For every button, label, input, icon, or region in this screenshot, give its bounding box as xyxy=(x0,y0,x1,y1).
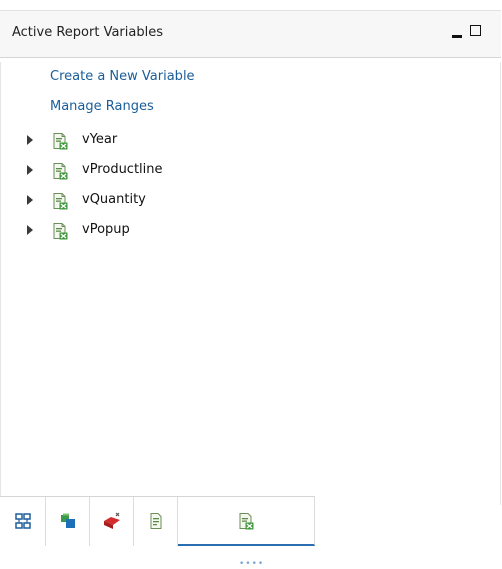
expand-arrow-icon[interactable] xyxy=(27,165,33,175)
variable-icon xyxy=(53,133,68,150)
report-variables-icon xyxy=(239,513,254,530)
variable-icon xyxy=(53,163,68,180)
expand-arrow-icon[interactable] xyxy=(27,135,33,145)
variables-list-area: Create a New Variable Manage Ranges vYea… xyxy=(0,62,501,505)
tab-data-cubes[interactable] xyxy=(46,497,90,546)
variable-label: vProductline xyxy=(82,162,163,177)
tab-report-page[interactable] xyxy=(134,497,178,546)
tab-report-variables[interactable] xyxy=(178,497,315,546)
active-report-variables-panel: Active Report Variables Create a New Var… xyxy=(0,10,502,505)
expand-arrow-icon[interactable] xyxy=(27,225,33,235)
expand-arrow-icon[interactable] xyxy=(27,195,33,205)
minimize-icon[interactable] xyxy=(450,24,464,40)
manage-ranges-link[interactable]: Manage Ranges xyxy=(50,99,154,114)
variable-row-vquantity[interactable]: vQuantity xyxy=(27,191,327,211)
structure-tree-icon xyxy=(14,513,31,529)
variable-label: vPopup xyxy=(82,222,130,237)
variable-row-vproductline[interactable]: vProductline xyxy=(27,161,327,181)
variable-label: vYear xyxy=(82,132,118,147)
maximize-icon[interactable] xyxy=(469,23,483,37)
panel-header: Active Report Variables xyxy=(0,10,501,58)
create-new-variable-link[interactable]: Create a New Variable xyxy=(50,69,195,84)
variable-row-vyear[interactable]: vYear xyxy=(27,131,327,151)
panel-title: Active Report Variables xyxy=(12,25,163,40)
resize-grip-icon[interactable]: •••• xyxy=(239,560,264,569)
variable-icon xyxy=(53,223,68,240)
tab-structure-tree[interactable] xyxy=(0,497,46,546)
report-page-icon xyxy=(150,513,161,529)
delete-item-icon xyxy=(103,512,120,529)
variable-row-vpopup[interactable]: vPopup xyxy=(27,221,327,241)
panel-tab-bar xyxy=(0,496,502,552)
variable-label: vQuantity xyxy=(82,192,146,207)
tab-delete-item[interactable] xyxy=(90,497,134,546)
data-cubes-icon xyxy=(60,513,75,528)
variable-icon xyxy=(53,193,68,210)
